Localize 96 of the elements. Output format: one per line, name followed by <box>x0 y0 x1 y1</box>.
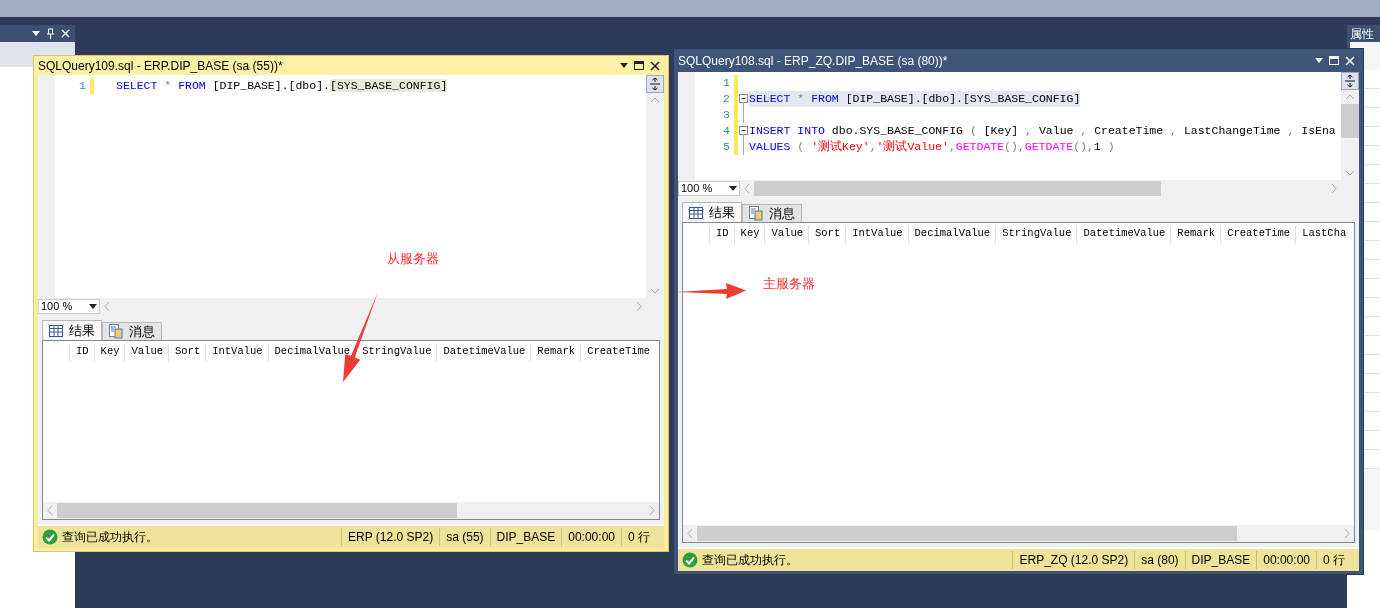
property-row[interactable] <box>1365 127 1380 146</box>
grid-icon <box>689 206 703 219</box>
collapse-icon[interactable] <box>738 123 749 139</box>
property-row[interactable] <box>1365 431 1380 450</box>
column-header[interactable]: Value <box>771 227 803 239</box>
split-icon[interactable] <box>646 75 664 93</box>
column-header[interactable]: Sort <box>175 345 201 357</box>
vertical-scrollbar[interactable] <box>646 75 664 298</box>
line-number: 1 <box>722 75 730 91</box>
property-row[interactable] <box>1365 70 1380 89</box>
status-field: sa (55) <box>439 528 490 546</box>
result-tab[interactable]: 消息 <box>102 322 162 340</box>
caret-icon <box>620 63 628 68</box>
line-number: 3 <box>722 107 730 123</box>
zoom-dropdown[interactable]: 100 % <box>678 181 740 196</box>
code-editor[interactable]: 1 2 SELECT * FROM [DIP_BASE].[dbo].[SYS_BASE_CONFIG] 3 4 INSERT INTO dbo.SYS_BASE_CONFIG ( [Key] , Value , CreateTime , LastChangeTime , IsEna 5 VALUES ( '测试Key','测试Value',GETDATE(),GETDATE(),1 ) <box>695 72 1341 180</box>
status-field: 0 行 <box>621 528 656 546</box>
property-row[interactable] <box>1365 184 1380 203</box>
scrollbar-thumb[interactable] <box>57 503 457 518</box>
grid-icon <box>49 324 63 337</box>
column-header[interactable]: ID <box>76 345 89 357</box>
status-field: ERP_ZQ (12.0 SP2) <box>1012 551 1135 569</box>
success-check-icon <box>42 529 58 545</box>
status-field: DIP_BASE <box>1184 551 1257 569</box>
property-row[interactable] <box>1365 374 1380 393</box>
scrollbar-thumb[interactable] <box>754 181 1161 196</box>
column-header[interactable]: Remark <box>537 345 576 357</box>
property-row[interactable] <box>1365 336 1380 355</box>
property-row[interactable] <box>1365 222 1380 241</box>
column-header[interactable]: DecimalValue <box>914 227 991 239</box>
status-field: 00:00:00 <box>561 528 621 546</box>
annotation-label: 主服务器 <box>763 275 815 293</box>
panel-title: 属性 <box>1350 25 1374 43</box>
close-icon[interactable] <box>650 60 660 71</box>
column-header[interactable]: Key <box>740 227 760 239</box>
line-number: 1 <box>78 78 86 94</box>
result-tab[interactable]: 结果 <box>682 202 742 222</box>
column-header[interactable]: Sort <box>815 227 841 239</box>
maximize-icon[interactable] <box>634 61 644 70</box>
column-header[interactable]: LastCha <box>1302 227 1347 239</box>
line-number: 2 <box>722 91 730 107</box>
status-field: DIP_BASE <box>489 528 562 546</box>
zoom-dropdown[interactable]: 100 % <box>38 299 100 314</box>
status-message: 查询已成功执行。 <box>702 552 799 569</box>
caret-icon <box>32 31 40 36</box>
annotation-label: 从服务器 <box>387 250 439 268</box>
property-row[interactable] <box>1365 393 1380 412</box>
line-number: 5 <box>722 139 730 155</box>
status-field: sa (80) <box>1134 551 1185 569</box>
horizontal-scrollbar[interactable] <box>683 525 1354 542</box>
column-header[interactable]: StringValue <box>1002 227 1072 239</box>
caret-icon <box>1315 58 1323 63</box>
line-number: 4 <box>722 123 730 139</box>
window-title: SQLQuery108.sql - ERP_ZQ.DIP_BASE (sa (80))* <box>678 52 949 70</box>
column-header[interactable]: ID <box>716 227 729 239</box>
column-header[interactable]: CreateTime <box>1227 227 1291 239</box>
result-tab[interactable]: 结果 <box>42 320 102 340</box>
column-header[interactable]: IntValue <box>852 227 903 239</box>
caret-icon <box>729 186 737 191</box>
column-header[interactable]: DatetimeValue <box>1083 227 1166 239</box>
success-check-icon <box>682 552 698 568</box>
collapse-icon[interactable] <box>738 91 749 107</box>
result-tab[interactable]: 消息 <box>742 204 802 222</box>
status-field: 00:00:00 <box>1256 551 1316 569</box>
status-field: ERP (12.0 SP2) <box>341 528 440 546</box>
scrollbar-thumb[interactable] <box>1341 104 1359 138</box>
property-row[interactable] <box>1365 89 1380 108</box>
property-row[interactable] <box>1365 203 1380 222</box>
property-row[interactable] <box>1365 412 1380 431</box>
column-header[interactable]: DecimalValue <box>274 345 351 357</box>
split-icon[interactable] <box>1341 72 1359 90</box>
column-header[interactable]: StringValue <box>362 345 432 357</box>
column-header[interactable]: Key <box>100 345 120 357</box>
property-row[interactable] <box>1365 146 1380 165</box>
column-header[interactable]: Value <box>131 345 163 357</box>
property-row[interactable] <box>1365 165 1380 184</box>
column-header[interactable]: Remark <box>1177 227 1216 239</box>
pin-icon[interactable] <box>46 28 55 39</box>
horizontal-scrollbar[interactable] <box>43 502 659 519</box>
status-field: 0 行 <box>1316 551 1351 569</box>
property-row[interactable] <box>1365 317 1380 336</box>
scrollbar-thumb[interactable] <box>697 526 1237 541</box>
property-row[interactable] <box>1365 355 1380 374</box>
property-row[interactable] <box>1365 450 1380 469</box>
property-row[interactable] <box>1365 279 1380 298</box>
property-row[interactable] <box>1365 108 1380 127</box>
caret-icon <box>89 304 97 309</box>
vertical-scrollbar[interactable] <box>1341 72 1359 180</box>
window-title: SQLQuery109.sql - ERP.DIP_BASE (sa (55))* <box>38 57 284 75</box>
property-row[interactable] <box>1365 241 1380 260</box>
status-message: 查询已成功执行。 <box>62 529 159 546</box>
column-header[interactable]: DatetimeValue <box>443 345 526 357</box>
property-row[interactable] <box>1365 298 1380 317</box>
property-row[interactable] <box>1365 260 1380 279</box>
column-header[interactable]: IntValue <box>212 345 263 357</box>
column-header[interactable]: CreateTime <box>587 345 651 357</box>
